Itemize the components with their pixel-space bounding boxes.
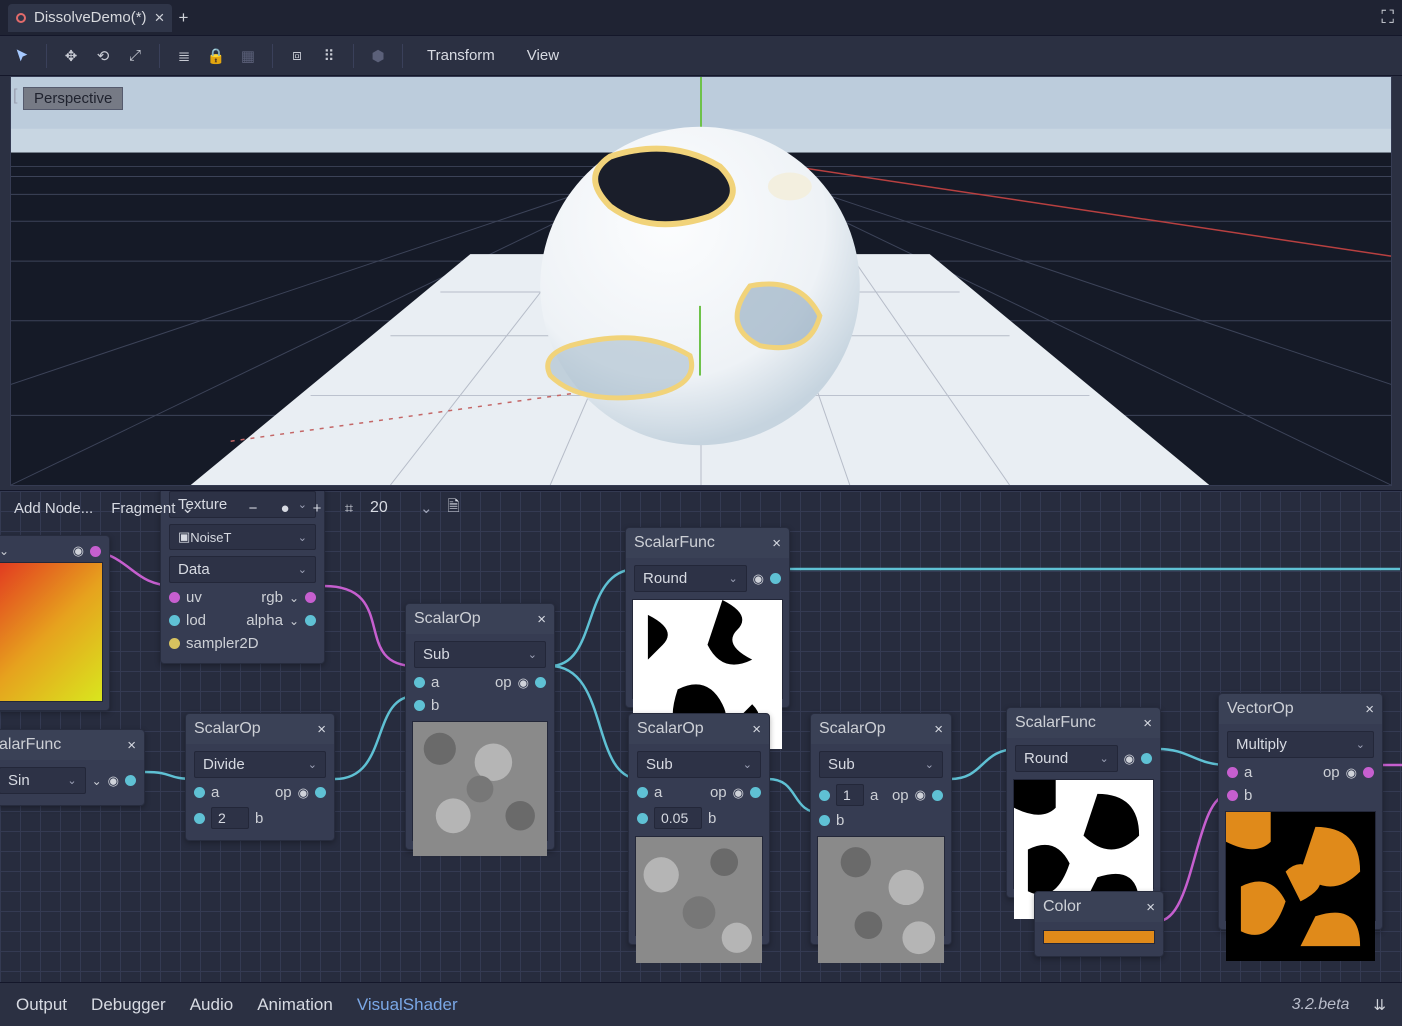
func-dropdown[interactable]: Round⌄: [1015, 745, 1118, 772]
threshold-preview: [1013, 779, 1154, 889]
close-icon[interactable]: ×: [1365, 701, 1374, 718]
snap-config-icon[interactable]: ⠿: [315, 42, 343, 70]
file-icon[interactable]: 🗎: [443, 497, 465, 519]
move-tool-icon[interactable]: ✥: [57, 42, 85, 70]
node-scalarop-sub-center[interactable]: ScalarOp× Sub⌄ aop◉ b: [405, 603, 555, 850]
rotate-tool-icon[interactable]: ⟲: [89, 42, 117, 70]
threshold-preview: [632, 599, 783, 699]
color-swatch[interactable]: [1043, 930, 1155, 944]
op-dropdown[interactable]: Multiply⌄: [1227, 731, 1374, 758]
list-tool-icon[interactable]: ≣: [170, 42, 198, 70]
graph-toolbar: Add Node... Fragment⌄ − ● + ⌗ ⌄ 🗎: [10, 490, 465, 526]
tab-title: DissolveDemo(*): [34, 9, 147, 26]
op-dropdown[interactable]: Sub⌄: [414, 641, 546, 668]
snap-value-input[interactable]: [370, 499, 410, 517]
snap-tool-icon[interactable]: ⧈: [283, 42, 311, 70]
color-threshold-preview: [1225, 811, 1376, 921]
node-color-gradient[interactable]: ⌄◉: [0, 535, 110, 711]
node-vectorop-multiply[interactable]: VectorOp× Multiply⌄ aop◉ b: [1218, 693, 1383, 930]
lock-tool-icon[interactable]: 🔒: [202, 42, 230, 70]
close-icon[interactable]: ×: [772, 535, 781, 552]
close-icon[interactable]: ×: [127, 737, 136, 754]
close-icon[interactable]: ×: [537, 611, 546, 628]
preview-toggle-icon[interactable]: ◉: [915, 787, 926, 803]
tab-animation[interactable]: Animation: [257, 995, 333, 1015]
zoom-reset-icon[interactable]: ●: [274, 497, 296, 519]
noise-preview: [635, 836, 763, 936]
preview-toggle-icon[interactable]: ◉: [1346, 765, 1357, 781]
scene-tab[interactable]: DissolveDemo(*) ×: [8, 4, 172, 32]
node-scalarop-sub-one[interactable]: ScalarOp× Sub⌄ aop◉ b: [810, 713, 952, 945]
func-dropdown[interactable]: Sin⌄: [0, 767, 86, 794]
snap-icon[interactable]: ⌗: [338, 497, 360, 519]
add-tab-icon[interactable]: +: [178, 8, 188, 28]
op-dropdown[interactable]: Divide⌄: [194, 751, 326, 778]
close-icon[interactable]: ×: [934, 721, 943, 738]
close-icon[interactable]: ×: [752, 721, 761, 738]
version-label: 3.2.beta: [1292, 996, 1350, 1014]
preview-toggle-icon[interactable]: ◉: [518, 675, 529, 691]
group-tool-icon[interactable]: ▦: [234, 42, 262, 70]
func-dropdown[interactable]: Round⌄: [634, 565, 747, 592]
viewport-3d[interactable]: [ Perspective: [10, 76, 1392, 486]
preview-toggle-icon[interactable]: ◉: [753, 571, 764, 587]
unsaved-icon: [16, 13, 26, 23]
perspective-bracket-icon: [: [13, 87, 17, 105]
close-icon[interactable]: ×: [1146, 899, 1155, 916]
b-value-input[interactable]: [654, 807, 702, 829]
scene-tabbar: DissolveDemo(*) × + ⛶: [0, 0, 1402, 36]
preview-toggle-icon[interactable]: ◉: [1124, 751, 1135, 767]
shader-graph[interactable]: ⌄◉ Texture⌄ ▣ NoiseT⌄ Data⌄ uvrgb⌄ lodal…: [0, 490, 1402, 982]
close-icon[interactable]: ×: [1143, 715, 1152, 732]
node-color[interactable]: Color×: [1034, 891, 1164, 957]
preview-toggle-icon[interactable]: ◉: [73, 543, 84, 559]
node-scalarop-sub-005[interactable]: ScalarOp× Sub⌄ aop◉ b: [628, 713, 770, 945]
tab-visualshader[interactable]: VisualShader: [357, 995, 458, 1015]
node-scalarfunc-round-top[interactable]: ScalarFunc× Round⌄◉: [625, 527, 790, 708]
preview-toggle-icon[interactable]: ◉: [108, 773, 119, 789]
preview-toggle-icon[interactable]: ◉: [298, 785, 309, 801]
gradient-preview: [0, 562, 103, 702]
a-value-input[interactable]: [836, 784, 864, 806]
zoom-out-icon[interactable]: −: [242, 497, 264, 519]
view-menu[interactable]: View: [513, 47, 573, 64]
spatial-toolbar: ✥ ⟲ ⤢ ≣ 🔒 ▦ ⧈ ⠿ ⬢ Transform View: [0, 36, 1402, 76]
collapse-panel-icon[interactable]: ⇊: [1373, 996, 1386, 1014]
add-node-button[interactable]: Add Node...: [10, 498, 97, 519]
op-dropdown[interactable]: Sub⌄: [819, 751, 943, 778]
tab-audio[interactable]: Audio: [190, 995, 233, 1015]
transform-menu[interactable]: Transform: [413, 47, 509, 64]
node-scalarfunc-round-bottom[interactable]: ScalarFunc× Round⌄◉: [1006, 707, 1161, 898]
bottom-panel-tabs: Output Debugger Audio Animation VisualSh…: [0, 982, 1402, 1026]
select-tool-icon[interactable]: [8, 42, 36, 70]
node-scalarop-divide[interactable]: ScalarOp× Divide⌄ aop◉ b: [185, 713, 335, 841]
node-scalarfunc-sin[interactable]: alarFunc× Sin⌄⌄◉: [0, 729, 145, 806]
shader-mode-dropdown[interactable]: Fragment⌄: [107, 497, 198, 519]
zoom-in-icon[interactable]: +: [306, 497, 328, 519]
texture-source-dropdown[interactable]: ▣ NoiseT⌄: [169, 524, 316, 550]
b-value-input[interactable]: [211, 807, 249, 829]
noise-preview: [817, 836, 945, 936]
texture-mode-dropdown[interactable]: Data⌄: [169, 556, 316, 583]
close-tab-icon[interactable]: ×: [155, 8, 165, 28]
perspective-badge[interactable]: Perspective: [23, 87, 123, 110]
gizmo-icon[interactable]: ⬢: [364, 42, 392, 70]
tab-debugger[interactable]: Debugger: [91, 995, 166, 1015]
preview-toggle-icon[interactable]: ◉: [733, 785, 744, 801]
noise-preview: [412, 721, 548, 841]
fullscreen-icon[interactable]: ⛶: [1381, 7, 1394, 28]
scale-tool-icon[interactable]: ⤢: [121, 42, 149, 70]
tab-output[interactable]: Output: [16, 995, 67, 1015]
op-dropdown[interactable]: Sub⌄: [637, 751, 761, 778]
close-icon[interactable]: ×: [317, 721, 326, 738]
